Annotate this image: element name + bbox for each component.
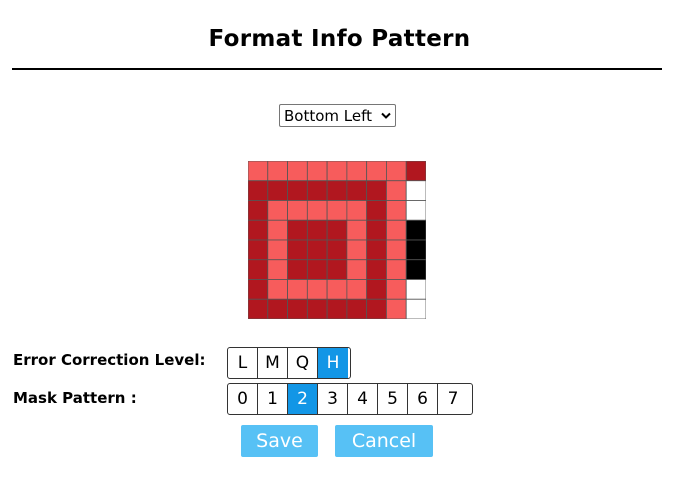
pattern-cell-r2-c3[interactable] — [306, 200, 328, 221]
mask-option-4[interactable]: 4 — [348, 384, 378, 414]
error-correction-label: Error Correction Level: — [13, 351, 206, 369]
pattern-cell-r7-c3[interactable] — [306, 298, 328, 319]
pattern-cell-r7-c6[interactable] — [366, 298, 387, 319]
pattern-cell-r2-c5[interactable] — [346, 200, 368, 221]
pattern-cell-r7-c0[interactable] — [248, 298, 269, 319]
pattern-cell-r3-c8[interactable] — [405, 219, 426, 241]
pattern-cell-r4-c8[interactable] — [405, 239, 426, 261]
mask-option-6[interactable]: 6 — [408, 384, 438, 414]
pattern-cell-r0-c2[interactable] — [287, 161, 308, 182]
pattern-cell-r3-c2[interactable] — [287, 219, 308, 241]
pattern-cell-r0-c3[interactable] — [306, 161, 328, 182]
pattern-cell-r1-c2[interactable] — [287, 180, 308, 201]
pattern-cell-r7-c4[interactable] — [326, 298, 348, 319]
pattern-cell-r0-c6[interactable] — [366, 161, 387, 182]
pattern-cell-r4-c5[interactable] — [346, 239, 368, 261]
pattern-cell-r3-c4[interactable] — [326, 219, 348, 241]
pattern-cell-r6-c6[interactable] — [366, 279, 387, 300]
mask-option-3[interactable]: 3 — [318, 384, 348, 414]
pattern-cell-r5-c4[interactable] — [326, 259, 348, 280]
pattern-cell-r2-c7[interactable] — [386, 200, 407, 221]
pattern-cell-r0-c1[interactable] — [267, 161, 288, 182]
pattern-cell-r0-c8[interactable] — [405, 161, 426, 182]
mask-option-7[interactable]: 7 — [438, 384, 468, 414]
save-button[interactable]: Save — [241, 425, 318, 457]
pattern-cell-r5-c1[interactable] — [267, 259, 288, 280]
pattern-cell-r1-c4[interactable] — [326, 180, 348, 201]
pattern-cell-r5-c7[interactable] — [386, 259, 407, 280]
mask-pattern-selector: 01234567 — [227, 383, 473, 415]
ec-option-q[interactable]: Q — [288, 348, 318, 378]
mask-option-2[interactable]: 2 — [288, 384, 318, 414]
pattern-cell-r1-c0[interactable] — [248, 180, 269, 201]
pattern-cell-r5-c3[interactable] — [306, 259, 328, 280]
pattern-cell-r4-c7[interactable] — [386, 239, 407, 261]
pattern-cell-r1-c8[interactable] — [405, 180, 426, 201]
pattern-cell-r5-c0[interactable] — [248, 259, 269, 280]
pattern-cell-r6-c7[interactable] — [386, 279, 407, 300]
chevron-down-icon — [379, 109, 393, 123]
pattern-cell-r1-c7[interactable] — [386, 180, 407, 201]
pattern-cell-r4-c3[interactable] — [306, 239, 328, 261]
pattern-cell-r3-c3[interactable] — [306, 219, 328, 241]
pattern-cell-r2-c1[interactable] — [267, 200, 288, 221]
mask-pattern-label: Mask Pattern : — [13, 389, 137, 407]
pattern-cell-r7-c5[interactable] — [346, 298, 368, 319]
pattern-cell-r6-c5[interactable] — [346, 279, 368, 300]
cancel-button[interactable]: Cancel — [335, 425, 433, 457]
mask-option-0[interactable]: 0 — [228, 384, 258, 414]
pattern-cell-r0-c0[interactable] — [248, 161, 269, 182]
pattern-cell-r5-c8[interactable] — [405, 259, 426, 280]
pattern-cell-r5-c5[interactable] — [346, 259, 368, 280]
ec-option-l[interactable]: L — [228, 348, 258, 378]
pattern-cell-r1-c6[interactable] — [366, 180, 387, 201]
pattern-cell-r4-c0[interactable] — [248, 239, 269, 261]
pattern-cell-r3-c5[interactable] — [346, 219, 368, 241]
pattern-cell-r7-c8[interactable] — [405, 298, 426, 319]
pattern-cell-r4-c1[interactable] — [267, 239, 288, 261]
pattern-cell-r3-c7[interactable] — [386, 219, 407, 241]
pattern-cell-r5-c6[interactable] — [366, 259, 387, 280]
pattern-cell-r4-c2[interactable] — [287, 239, 308, 261]
pattern-cell-r3-c6[interactable] — [366, 219, 387, 241]
pattern-cell-r6-c8[interactable] — [405, 279, 426, 300]
pattern-cell-r6-c0[interactable] — [248, 279, 269, 300]
pattern-cell-r6-c3[interactable] — [306, 279, 328, 300]
pattern-cell-r6-c2[interactable] — [287, 279, 308, 300]
pattern-cell-r2-c2[interactable] — [287, 200, 308, 221]
pattern-cell-r4-c4[interactable] — [326, 239, 348, 261]
mask-option-1[interactable]: 1 — [258, 384, 288, 414]
pattern-cell-r0-c7[interactable] — [386, 161, 407, 182]
format-info-grid — [248, 161, 426, 319]
pattern-cell-r6-c4[interactable] — [326, 279, 348, 300]
pattern-cell-r4-c6[interactable] — [366, 239, 387, 261]
pattern-cell-r7-c1[interactable] — [267, 298, 288, 319]
error-correction-selector: LMQH — [227, 347, 351, 379]
pattern-cell-r2-c0[interactable] — [248, 200, 269, 221]
pattern-cell-r1-c1[interactable] — [267, 180, 288, 201]
pattern-cell-r7-c2[interactable] — [287, 298, 308, 319]
pattern-cell-r2-c4[interactable] — [326, 200, 348, 221]
pattern-cell-r2-c6[interactable] — [366, 200, 387, 221]
pattern-cell-r1-c5[interactable] — [346, 180, 368, 201]
ec-option-h[interactable]: H — [318, 348, 348, 378]
position-select-value: Bottom Left — [284, 106, 373, 125]
pattern-cell-r2-c8[interactable] — [405, 200, 426, 221]
format-info-grid-svg — [248, 161, 426, 319]
pattern-cell-r6-c1[interactable] — [267, 279, 288, 300]
page-title: Format Info Pattern — [208, 26, 471, 52]
ec-option-m[interactable]: M — [258, 348, 288, 378]
pattern-cell-r0-c4[interactable] — [326, 161, 348, 182]
pattern-cell-r7-c7[interactable] — [386, 298, 407, 319]
title-divider — [12, 68, 662, 70]
pattern-cell-r3-c1[interactable] — [267, 219, 288, 241]
mask-option-5[interactable]: 5 — [378, 384, 408, 414]
pattern-cell-r0-c5[interactable] — [346, 161, 368, 182]
position-select[interactable]: Bottom Left — [279, 104, 396, 127]
pattern-cell-r1-c3[interactable] — [306, 180, 328, 201]
pattern-cell-r5-c2[interactable] — [287, 259, 308, 280]
pattern-cell-r3-c0[interactable] — [248, 219, 269, 241]
